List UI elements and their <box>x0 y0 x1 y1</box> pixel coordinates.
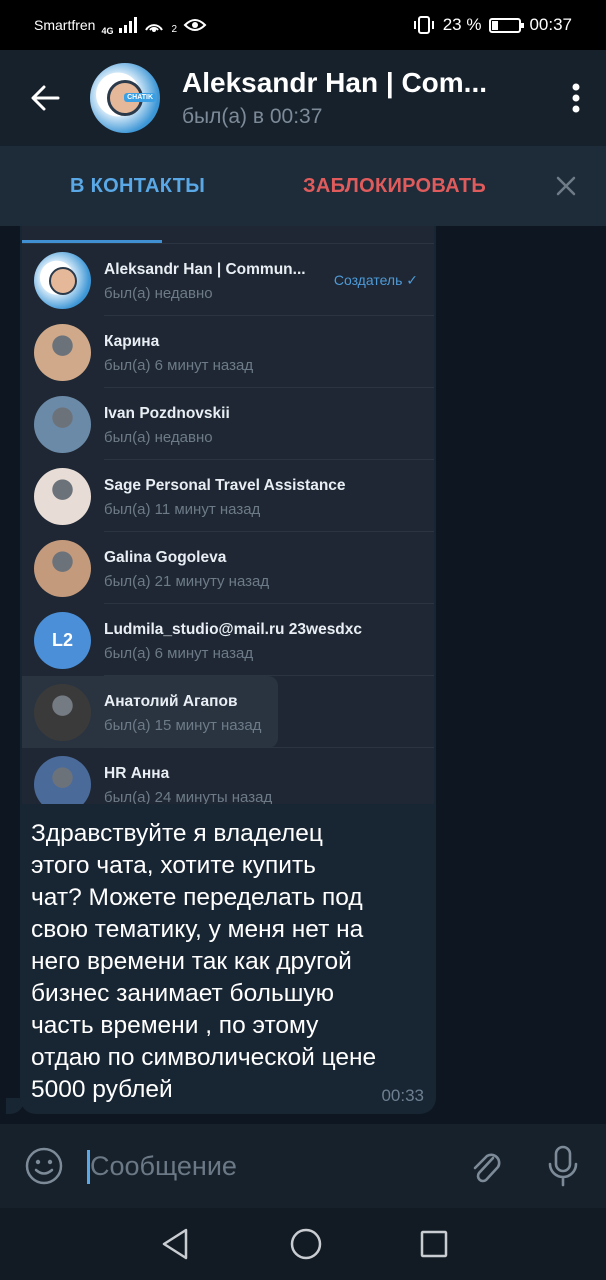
avatar-face <box>48 266 77 295</box>
member-name: Анатолий Агапов <box>104 693 238 710</box>
member-last-seen: был(а) недавно <box>104 285 213 302</box>
member-name: HR Анна <box>104 765 170 782</box>
smile-icon[interactable] <box>24 1146 64 1186</box>
avatar[interactable]: CHATIK <box>90 63 160 133</box>
chat-last-seen: был(а) в 00:37 <box>182 105 323 128</box>
message-bubble[interactable]: Aleksandr Han | Commun... был(а) недавно С… <box>20 226 436 1114</box>
member-avatar <box>34 324 91 381</box>
member-avatar <box>34 540 91 597</box>
member-avatar: L2 <box>34 612 91 669</box>
attached-screenshot[interactable]: Aleksandr Han | Commun... был(а) недавно С… <box>22 226 434 804</box>
vibrate-icon <box>413 16 434 34</box>
block-button[interactable]: ЗАБЛОКИРОВАТЬ <box>303 175 486 198</box>
carrier-name: Smartfren <box>34 17 96 33</box>
chat-title: Aleksandr Han | Com... <box>182 67 488 98</box>
member-last-seen: был(а) 15 минут назад <box>104 717 262 734</box>
member-row[interactable]: Galina Gogoleva был(а) 21 минуту назад <box>22 532 434 604</box>
member-row[interactable]: Карина был(а) 6 минут назад <box>22 316 434 388</box>
network-type: 4G <box>101 26 114 36</box>
more-vertical-icon <box>572 83 580 113</box>
member-row[interactable]: L2 Ludmila_studio@mail.ru 23wesdxc был(а) … <box>22 604 434 676</box>
member-avatar <box>34 396 91 453</box>
nav-home-icon[interactable] <box>288 1226 324 1262</box>
nav-recents-icon[interactable] <box>418 1228 450 1260</box>
member-avatar <box>34 756 91 804</box>
hotspot-count: 2 <box>171 24 178 35</box>
member-avatar <box>34 684 91 741</box>
message-time: 00:33 <box>381 1086 424 1105</box>
battery-percent: 23 % <box>442 15 482 34</box>
avatar-tag: CHATIK <box>124 93 156 102</box>
member-last-seen: был(а) 6 минут назад <box>104 645 254 662</box>
member-row[interactable]: Aleksandr Han | Commun... был(а) недавно С… <box>22 244 434 316</box>
message-text: Здравствуйте я владелец этого чата, хоти… <box>31 820 377 1103</box>
member-name: Aleksandr Han | Commun... <box>104 261 306 278</box>
message-input[interactable] <box>90 1146 450 1186</box>
member-name: Ivan Pozdnovskii <box>104 405 230 422</box>
back-button[interactable] <box>0 50 90 146</box>
member-role-badge: Создатель ✓ <box>333 272 418 288</box>
member-name: Sage Personal Travel Assistance <box>104 477 346 494</box>
message-input-bar <box>0 1124 606 1208</box>
member-last-seen: был(а) 11 минут назад <box>104 501 261 518</box>
member-avatar <box>34 252 91 309</box>
action-bar: В КОНТАКТЫ ЗАБЛОКИРОВАТЬ <box>0 146 606 226</box>
system-nav-bar <box>0 1208 606 1280</box>
menu-button[interactable] <box>546 50 606 146</box>
chat-title-block[interactable]: Aleksandr Han | Com... был(а) в 00:37 <box>182 67 546 129</box>
eye-icon <box>183 19 207 31</box>
paperclip-icon[interactable] <box>465 1146 505 1186</box>
member-avatar <box>34 468 91 525</box>
status-time: 00:37 <box>529 15 572 34</box>
status-bar: Smartfren 4G 2 23 % 00:37 <box>0 0 606 50</box>
microphone-icon[interactable] <box>543 1144 583 1188</box>
close-icon[interactable] <box>554 174 578 198</box>
member-row[interactable]: Ivan Pozdnovskii был(а) недавно <box>22 388 434 460</box>
add-contact-button[interactable]: В КОНТАКТЫ <box>70 175 205 198</box>
nav-back-icon[interactable] <box>158 1226 192 1262</box>
arrow-left-icon <box>31 85 60 111</box>
member-name: Galina Gogoleva <box>104 549 227 566</box>
chat-area: Aleksandr Han | Commun... был(а) недавно С… <box>0 226 606 1124</box>
member-last-seen: был(а) 6 минут назад <box>104 357 254 374</box>
member-last-seen: был(а) 24 минуты назад <box>104 789 273 804</box>
hotspot-icon <box>145 24 164 32</box>
signal-icon <box>119 17 138 33</box>
battery-icon <box>489 17 525 33</box>
member-name: Ludmila_studio@mail.ru 23wesdxc <box>104 621 363 638</box>
member-last-seen: был(а) недавно <box>104 429 213 446</box>
chat-header: CHATIK Aleksandr Han | Com... был(а) в 0… <box>0 50 606 146</box>
member-row[interactable]: Sage Personal Travel Assistance был(а) 11… <box>22 460 434 532</box>
member-row[interactable]: HR Анна был(а) 24 минуты назад <box>22 748 434 804</box>
member-row[interactable]: Анатолий Агапов был(а) 15 минут назад <box>22 676 434 748</box>
member-last-seen: был(а) 21 минуту назад <box>104 573 270 590</box>
member-name: Карина <box>104 333 160 350</box>
